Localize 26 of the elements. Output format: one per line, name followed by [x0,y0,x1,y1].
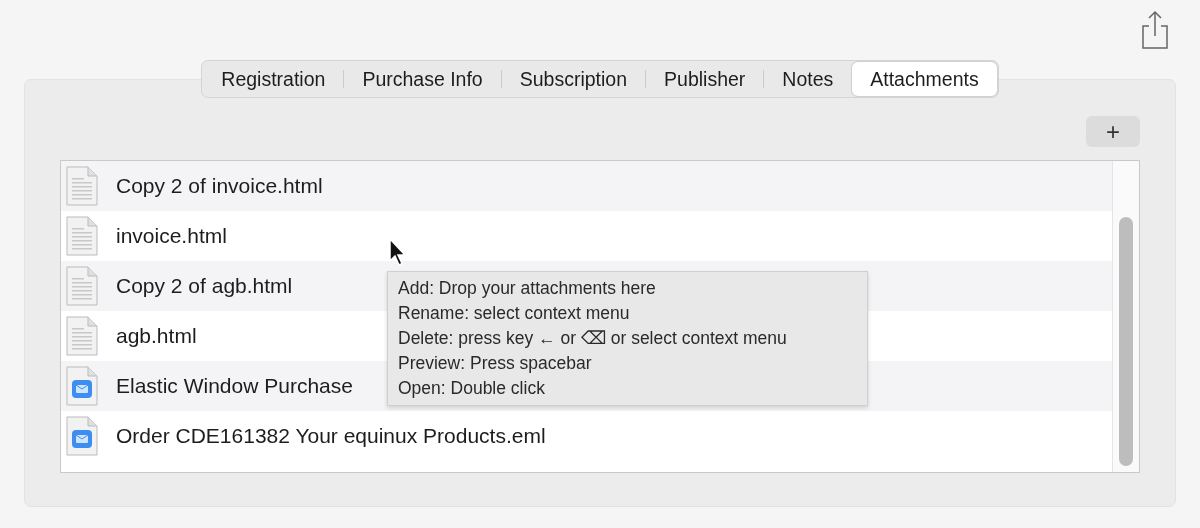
tooltip-line: Rename: select context menu [398,302,631,325]
file-name[interactable]: Elastic Window Purchase [116,370,353,402]
tooltip-line: Add: Drop your attachments here [398,277,657,300]
scrollbar-thumb[interactable] [1119,217,1133,466]
tab[interactable]: Notes [764,62,852,96]
file-name[interactable]: Copy 2 of invoice.html [116,170,323,202]
document-icon [66,216,98,256]
file-name[interactable]: Order CDE161382 Your equinux Products.eml [116,420,546,452]
file-name[interactable]: invoice.html [116,220,227,252]
document-icon [66,166,98,206]
tab[interactable]: Publisher [646,62,764,96]
document-icon [66,266,98,306]
document-icon [66,316,98,356]
file-name[interactable]: agb.html [116,320,197,352]
tab[interactable]: Attachments [852,62,997,96]
tab[interactable]: Purchase Info [344,62,501,96]
file-name[interactable]: Copy 2 of agb.html [116,270,293,302]
tooltip-line: Preview: Press spacebar [398,352,593,375]
add-button[interactable]: + [1086,116,1140,147]
tooltip-line: Delete: press key ← or ⌫ or select context menu [398,327,788,350]
tab[interactable]: Registration [203,62,344,96]
mail-file-icon [66,416,98,456]
tooltip-line: Open: Double click [398,377,546,400]
mail-file-icon [66,366,98,406]
tab[interactable]: Subscription [501,62,646,96]
share-icon[interactable] [1140,10,1170,50]
